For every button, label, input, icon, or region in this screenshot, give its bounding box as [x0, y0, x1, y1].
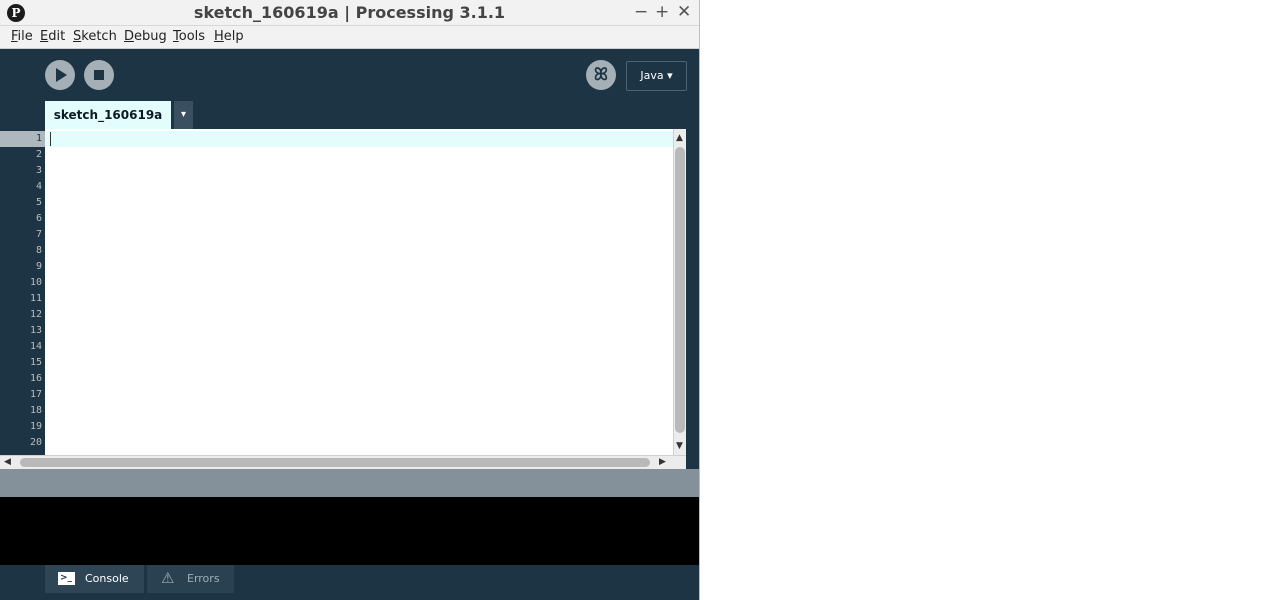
menu-help-rest: elp	[223, 29, 244, 44]
minimize-button[interactable]: −	[634, 2, 648, 22]
menu-file-rest: ile	[17, 29, 33, 44]
line-number: 4	[35, 181, 42, 192]
scroll-down-arrow-icon[interactable]: ▼	[676, 441, 683, 451]
run-button[interactable]	[45, 60, 75, 90]
stop-button[interactable]	[84, 60, 114, 90]
tab-console[interactable]: >_ Console	[45, 565, 144, 593]
vertical-scroll-thumb[interactable]	[675, 147, 685, 433]
editor-area: ꕤ Java ▾ sketch_160619a ▾ 1 2 3 4 5 6 7 …	[0, 49, 699, 469]
menu-help[interactable]: Help	[214, 29, 244, 44]
menu-edit[interactable]: Edit	[40, 29, 65, 44]
line-number: 20	[29, 437, 42, 448]
menu-edit-mnemonic: E	[40, 29, 49, 44]
line-number: 14	[29, 341, 42, 352]
menu-debug[interactable]: Debug	[124, 29, 167, 44]
menu-bar: File Edit Sketch Debug Tools Help	[0, 26, 699, 49]
tab-menu-button[interactable]: ▾	[174, 101, 193, 129]
horizontal-scroll-thumb[interactable]	[20, 458, 650, 467]
code-editor[interactable]	[45, 129, 673, 455]
console-tab-label: Console	[85, 572, 129, 585]
menu-edit-rest: dit	[48, 29, 66, 44]
menu-debug-rest: ebug	[134, 29, 167, 44]
menu-debug-mnemonic: D	[124, 29, 135, 44]
console-output[interactable]	[0, 497, 699, 565]
menu-sketch[interactable]: Sketch	[73, 29, 117, 44]
line-number: 12	[29, 309, 42, 320]
line-number: 15	[29, 357, 42, 368]
window-title: sketch_160619a | Processing 3.1.1	[193, 3, 506, 22]
line-number: 17	[29, 389, 42, 400]
line-number: 6	[35, 213, 42, 224]
vertical-scrollbar[interactable]: ▲ ▼	[673, 129, 686, 455]
scroll-left-arrow-icon[interactable]: ◀	[4, 457, 11, 467]
line-number: 13	[29, 325, 42, 336]
warning-icon: ⚠	[161, 569, 175, 587]
tab-errors[interactable]: ⚠ Errors	[147, 565, 234, 593]
line-number: 3	[35, 165, 42, 176]
menu-tools-rest: ools	[178, 29, 206, 44]
tab-sketch[interactable]: sketch_160619a	[45, 101, 171, 129]
close-button[interactable]: ✕	[677, 2, 691, 22]
line-number: 16	[29, 373, 42, 384]
menu-help-mnemonic: H	[214, 29, 224, 44]
line-number: 11	[29, 293, 42, 304]
debugger-button[interactable]: ꕤ	[586, 60, 616, 90]
line-number: 19	[29, 421, 42, 432]
chevron-down-icon: ▾	[180, 109, 187, 120]
title-bar[interactable]: P sketch_160619a | Processing 3.1.1 − + …	[0, 0, 699, 26]
terminal-icon: >_	[58, 572, 75, 585]
processing-window: P sketch_160619a | Processing 3.1.1 − + …	[0, 0, 700, 600]
maximize-button[interactable]: +	[655, 2, 669, 22]
text-caret	[50, 132, 51, 146]
line-number-gutter: 1 2 3 4 5 6 7 8 9 10 11 12 13 14 15 16 1…	[0, 129, 45, 455]
mode-selector[interactable]: Java ▾	[626, 61, 687, 91]
line-number: 9	[35, 261, 42, 272]
status-bar[interactable]	[0, 469, 699, 497]
stop-icon	[94, 70, 104, 80]
current-line-highlight	[45, 131, 673, 147]
scroll-right-arrow-icon[interactable]: ▶	[659, 457, 666, 467]
menu-tools[interactable]: Tools	[173, 29, 205, 44]
horizontal-scrollbar[interactable]: ◀ ▶	[0, 455, 686, 469]
line-number: 18	[29, 405, 42, 416]
scroll-up-arrow-icon[interactable]: ▲	[676, 133, 683, 143]
play-icon	[56, 68, 67, 82]
menu-sketch-rest: ketch	[81, 29, 117, 44]
line-number: 2	[35, 149, 42, 160]
footer-panel: >_ Console ⚠ Errors	[0, 565, 699, 600]
menu-file[interactable]: File	[11, 29, 33, 44]
errors-tab-label: Errors	[187, 572, 220, 585]
line-number: 7	[35, 229, 42, 240]
bug-icon: ꕤ	[593, 65, 609, 85]
line-number: 8	[35, 245, 42, 256]
line-number: 10	[29, 277, 42, 288]
line-number: 5	[35, 197, 42, 208]
line-number: 1	[35, 133, 42, 144]
